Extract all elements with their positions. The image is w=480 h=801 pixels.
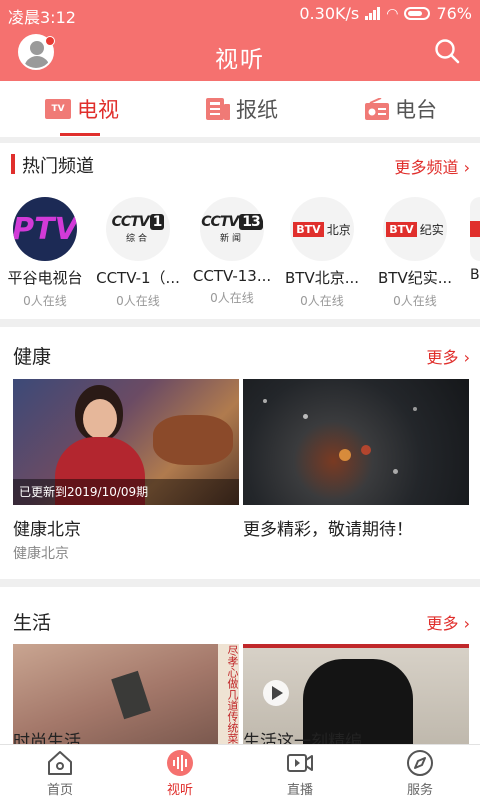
card-title[interactable]: 健康北京 (13, 515, 81, 540)
channel-name: BTV纪实... (377, 269, 453, 287)
channel-item[interactable]: CCTV 13 新闻 CCTV-13... 0人在线 (186, 197, 278, 306)
channel-name: CCTV-1（... (96, 269, 180, 287)
channel-item[interactable]: CCTV 1 综合 CCTV-1（... 0人在线 (92, 197, 184, 309)
health-section: 健康 更多 › 已更新到2019/10/09期 健康北京 健康北京 更多精彩，敬… (0, 327, 480, 579)
search-icon[interactable] (434, 38, 460, 64)
nav-audiovisual[interactable]: 视听 (120, 745, 240, 801)
nav-live[interactable]: 直播 (240, 745, 360, 801)
section-marker (11, 154, 15, 174)
btv-logo: BTV (386, 221, 417, 237)
card-title[interactable]: 时尚生活 (13, 727, 81, 744)
channel-name: CCTV-13... (192, 267, 272, 285)
card-subtitle: 健康北京 (13, 546, 69, 562)
tab-label: 电台 (395, 98, 437, 122)
app-header: 凌晨3:12 0.30K/s ◠ 76% 视听 (0, 0, 480, 81)
battery-level: 76% (436, 4, 472, 23)
nav-label: 首页 (46, 783, 73, 798)
channel-item[interactable]: B (470, 197, 480, 283)
status-bar: 凌晨3:12 0.30K/s ◠ 76% (0, 0, 480, 28)
audio-icon (167, 750, 193, 776)
tab-newspaper[interactable]: 报纸 (206, 81, 278, 137)
channel-item[interactable]: BTV 北京 BTV北京... 0人在线 (276, 197, 368, 309)
network-speed: 0.30K/s (299, 4, 360, 23)
status-time: 凌晨3:12 (8, 8, 76, 27)
nav-services[interactable]: 服务 (360, 745, 480, 801)
signal-icon (365, 7, 381, 20)
radio-icon (365, 98, 389, 120)
channel-name: BTV北京... (284, 269, 360, 287)
channel-logo: PTV (13, 197, 77, 261)
nav-home[interactable]: 首页 (0, 745, 120, 801)
section-title: 健康 (13, 346, 52, 368)
tab-radio[interactable]: 电台 (365, 81, 437, 137)
more-link[interactable]: 更多 › (427, 610, 471, 634)
page-title: 视听 (215, 47, 265, 73)
channel-name: B (470, 267, 480, 283)
channel-online-count: 0人在线 (300, 294, 344, 308)
card-title[interactable]: 更多精彩，敬请期待！ (243, 515, 413, 540)
channel-item[interactable]: BTV 纪实 BTV纪实... 0人在线 (369, 197, 461, 309)
nav-label: 服务 (406, 783, 433, 798)
channel-online-count: 0人在线 (210, 291, 254, 305)
section-title: 热门频道 (22, 156, 94, 177)
cctv-logo: CCTV (201, 214, 239, 230)
home-icon (48, 751, 72, 775)
more-channels-link[interactable]: 更多频道 › (395, 154, 471, 178)
section-header: 生活 更多 › (0, 599, 480, 639)
channel-online-count: 0人在线 (23, 294, 67, 308)
more-link[interactable]: 更多 › (427, 344, 471, 368)
nav-label: 直播 (286, 783, 313, 798)
newspaper-icon (206, 98, 230, 120)
cctv-logo: CCTV (111, 214, 150, 230)
channel-online-count: 0人在线 (116, 294, 160, 308)
battery-icon (404, 7, 431, 20)
life-section: 生活 更多 › 尽孝心做几道传统菜 时尚生活 生活这一刻精编 (0, 587, 480, 744)
nav-label: 视听 (166, 783, 193, 798)
media-tabs: TV 电视 报纸 电台 (0, 81, 480, 137)
live-video-icon (287, 754, 313, 772)
health-card-thumbnail[interactable]: 已更新到2019/10/09期 (13, 379, 239, 505)
hot-channels-section: 热门频道 更多频道 › PTV 平谷电视台 0人在线 CCTV 1 综合 CCTV… (0, 143, 480, 319)
section-header: 热门频道 更多频道 › (0, 143, 480, 183)
tab-label: 报纸 (236, 98, 278, 122)
compass-icon (407, 750, 433, 776)
wifi-icon: ◠ (386, 5, 399, 22)
tab-label: 电视 (77, 98, 119, 122)
channel-logo (470, 197, 480, 261)
channel-logo: CCTV 1 综合 (106, 197, 170, 261)
update-badge: 已更新到2019/10/09期 (13, 479, 239, 505)
tv-icon: TV (45, 99, 71, 119)
btv-logo: BTV (293, 221, 324, 237)
channel-logo: CCTV 13 新闻 (200, 197, 264, 261)
channel-name: 平谷电视台 (7, 269, 83, 287)
status-indicators: 0.30K/s ◠ 76% (299, 4, 472, 23)
coming-soon-card-thumbnail[interactable] (243, 379, 469, 505)
tab-tv[interactable]: TV 电视 (45, 81, 119, 137)
channel-logo: BTV 纪实 (383, 197, 447, 261)
channel-logo: BTV 北京 (290, 197, 354, 261)
section-header: 健康 更多 › (0, 333, 480, 373)
image-caption: 尽孝心做几道传统菜 (218, 644, 239, 744)
channel-item[interactable]: PTV 平谷电视台 0人在线 (0, 197, 91, 309)
channel-online-count: 0人在线 (393, 294, 437, 308)
section-title: 生活 (13, 612, 52, 634)
card-title[interactable]: 生活这一刻精编 (243, 727, 362, 744)
active-tab-indicator (60, 133, 100, 136)
bottom-nav: 首页 视听 直播 服务 (0, 744, 480, 801)
ptv-logo: PTV (13, 211, 77, 247)
